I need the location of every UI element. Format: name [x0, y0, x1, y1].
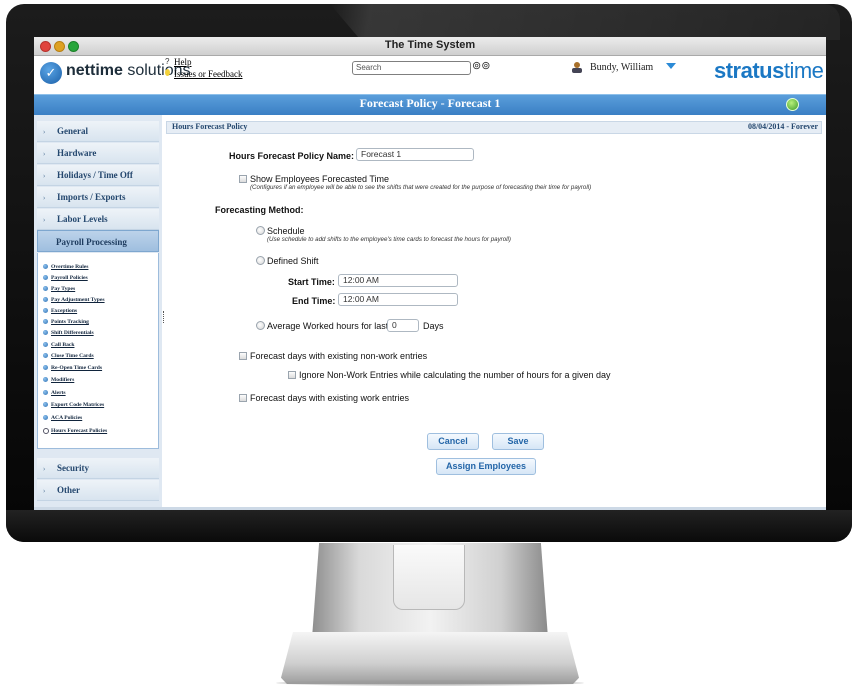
end-time-label: End Time: [292, 296, 336, 306]
cancel-button[interactable]: Cancel [427, 433, 479, 450]
work-entries-label: Forecast days with existing work entries [250, 393, 410, 403]
nonwork-entries-checkbox[interactable] [239, 352, 247, 360]
sidebar-resize-handle[interactable] [163, 311, 166, 323]
start-time-label: Start Time: [288, 277, 335, 287]
sidebar-item-other[interactable]: › Other [37, 480, 159, 501]
bullet-icon [43, 342, 48, 347]
monitor-stand-slot [393, 545, 465, 610]
sidebar-item-payroll-processing[interactable]: Payroll Processing [37, 230, 159, 252]
sidebar-item-general[interactable]: › General [37, 121, 159, 142]
sidebar-item-holidays[interactable]: › Holidays / Time Off [37, 165, 159, 186]
show-forecasted-label: Show Employees Forecasted Time [250, 174, 390, 184]
bullet-icon [43, 415, 48, 420]
bullet-icon [43, 365, 48, 370]
section-title: Hours Forecast Policy [172, 122, 248, 131]
bullet-icon [43, 286, 48, 291]
nettime-logo: nettime solutions [66, 62, 191, 79]
policy-name-label: Hours Forecast Policy Name: [229, 151, 355, 161]
bullet-icon [43, 264, 48, 269]
monitor-chin [6, 510, 852, 542]
sidebar-subitem-reopen-time-cards[interactable]: Re-Open Time Cards [51, 365, 102, 371]
sidebar-item-imports-exports[interactable]: › Imports / Exports [37, 187, 159, 208]
user-menu-chevron-icon[interactable] [666, 63, 676, 69]
chevron-right-icon: › [43, 194, 46, 202]
defined-shift-label: Defined Shift [267, 256, 319, 266]
help-bubble-icon[interactable] [786, 98, 799, 111]
sidebar-subitem-aca-policies[interactable]: ACA Policies [51, 415, 82, 421]
end-time-input[interactable]: 12:00 AM [338, 293, 458, 306]
sidebar-subitem-overtime-rules[interactable]: Overtime Rules [51, 264, 88, 270]
page-title: Forecast Policy - Forecast 1 [359, 96, 501, 110]
bullet-icon [43, 390, 48, 395]
chevron-right-icon: › [43, 487, 46, 495]
chevron-right-icon: › [43, 150, 46, 158]
work-entries-checkbox[interactable] [239, 394, 247, 402]
bullet-icon [43, 319, 48, 324]
sidebar-item-security[interactable]: › Security [37, 458, 159, 479]
lightbulb-icon [165, 69, 170, 76]
effective-date-range: 08/04/2014 - Forever [747, 122, 818, 131]
binoculars-icon[interactable]: ⊚⊚ [472, 59, 490, 72]
chevron-right-icon: › [43, 172, 46, 180]
show-forecasted-note: (Configures if an employee will be able … [250, 184, 592, 191]
assign-employees-button[interactable]: Assign Employees [436, 458, 536, 475]
window-title: The Time System [384, 39, 476, 51]
bullet-icon [43, 275, 48, 280]
feedback-link[interactable]: Issues or Feedback [174, 69, 242, 79]
help-icon: ? [165, 57, 170, 66]
sidebar-item-labor-levels[interactable]: › Labor Levels [37, 209, 159, 230]
help-link[interactable]: Help [174, 57, 192, 67]
average-worked-label: Average Worked hours for last [267, 321, 389, 331]
section-header [166, 121, 822, 134]
average-days-input[interactable]: 0 [387, 319, 419, 332]
ignore-nonwork-label: Ignore Non-Work Entries while calculatin… [299, 370, 611, 380]
defined-shift-radio[interactable] [256, 256, 265, 265]
search-input[interactable]: Search [352, 61, 471, 75]
schedule-label: Schedule [267, 226, 305, 236]
selected-bullet-icon [43, 428, 49, 434]
nonwork-entries-label: Forecast days with existing non-work ent… [250, 351, 428, 361]
save-button[interactable]: Save [492, 433, 544, 450]
average-worked-radio[interactable] [256, 321, 265, 330]
sidebar-subitem-hours-forecast-policies[interactable]: Hours Forecast Policies [51, 428, 107, 434]
average-days-unit: Days [423, 321, 444, 331]
bullet-icon [43, 330, 48, 335]
sidebar-subitem-call-back[interactable]: Call Back [51, 342, 74, 348]
bullet-icon [43, 353, 48, 358]
schedule-radio[interactable] [256, 226, 265, 235]
chevron-right-icon: › [43, 216, 46, 224]
sidebar-subitem-pay-adjustment-types[interactable]: Pay Adjustment Types [51, 297, 105, 303]
screen: The Time System ✓ nettime solutions ? He… [34, 37, 826, 510]
show-forecasted-checkbox[interactable] [239, 175, 247, 183]
chevron-right-icon: › [43, 128, 46, 136]
sidebar-subitem-exceptions[interactable]: Exceptions [51, 308, 77, 314]
bullet-icon [43, 297, 48, 302]
bullet-icon [43, 402, 48, 407]
policy-name-input[interactable]: Forecast 1 [356, 148, 474, 161]
sidebar-subitem-points-tracking[interactable]: Points Tracking [51, 319, 89, 325]
stratustime-logo: stratustime [714, 58, 824, 83]
checkmark-icon: ✓ [45, 65, 57, 80]
ignore-nonwork-checkbox[interactable] [288, 371, 296, 379]
monitor-base-shadow [276, 680, 584, 686]
sidebar-subitem-pay-types[interactable]: Pay Types [51, 286, 75, 292]
sidebar-item-hardware[interactable]: › Hardware [37, 143, 159, 164]
bullet-icon [43, 377, 48, 382]
chevron-right-icon: › [43, 465, 46, 473]
forecasting-method-label: Forecasting Method: [215, 205, 304, 215]
start-time-input[interactable]: 12:00 AM [338, 274, 458, 287]
bezel-glare [330, 4, 840, 40]
sidebar-subitem-alerts[interactable]: Alerts [51, 390, 66, 396]
sidebar-subitem-shift-differentials[interactable]: Shift Differentials [51, 330, 94, 336]
schedule-note: (Use schedule to add shifts to the emplo… [267, 236, 511, 243]
monitor-stand-base [281, 632, 579, 684]
sidebar-subitem-payroll-policies[interactable]: Payroll Policies [51, 275, 88, 281]
bullet-icon [43, 308, 48, 313]
sidebar-subitem-modifiers[interactable]: Modifiers [51, 377, 74, 383]
sidebar-subitem-close-time-cards[interactable]: Close Time Cards [51, 353, 94, 359]
user-name[interactable]: Bundy, William [590, 62, 653, 73]
user-avatar-icon [570, 61, 584, 73]
sidebar-subitem-export-code-matrices[interactable]: Export Code Matrices [51, 402, 104, 408]
